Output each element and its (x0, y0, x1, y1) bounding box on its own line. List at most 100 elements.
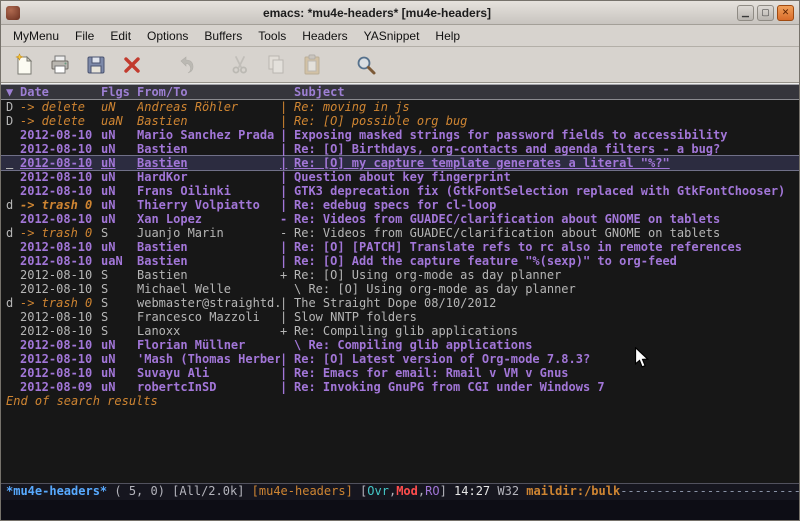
end-of-results-text: End of search results (1, 394, 799, 408)
echo-area[interactable] (1, 500, 799, 520)
headers-column-row: ▼ Date Flgs From/To Subject (1, 84, 799, 100)
message-from: Bastien (137, 156, 280, 170)
message-subject: The Straight Dope 08/10/2012 (294, 296, 799, 310)
message-thread-separator: | (280, 352, 294, 366)
message-subject: Re: Videos from GUADEC/clarification abo… (294, 226, 799, 240)
message-from: Xan Lopez (137, 212, 280, 226)
message-row[interactable]: 2012-08-10 uaN Bastien | Re: [O] Add the… (1, 254, 799, 268)
menu-item-edit[interactable]: Edit (102, 26, 139, 46)
menu-item-tools[interactable]: Tools (250, 26, 294, 46)
toolbar-separator (207, 51, 225, 79)
message-thread-separator (280, 338, 294, 352)
message-date: 2012-08-10 (20, 338, 101, 352)
message-row[interactable]: 2012-08-10 S Francesco Mazzoli | Slow NN… (1, 310, 799, 324)
message-row[interactable]: 2012-08-10 uN Bastien | Re: [O] my captu… (1, 156, 799, 170)
column-header-flags[interactable]: Flgs (101, 85, 137, 99)
message-flags: uaN (101, 254, 137, 268)
message-thread-separator: | (280, 170, 294, 184)
message-date: 2012-08-10 (20, 240, 101, 254)
new-file-icon[interactable] (9, 51, 39, 79)
menu-item-file[interactable]: File (67, 26, 102, 46)
message-row[interactable]: d -> trash 0 S Juanjo Marin - Re: Videos… (1, 226, 799, 240)
message-row[interactable]: 2012-08-10 uN HardKor | Question about k… (1, 170, 799, 184)
message-subject: Re: moving in js (294, 100, 799, 114)
message-thread-separator: - (280, 226, 294, 240)
message-row[interactable]: D -> delete uaN Bastien | Re: [O] possib… (1, 114, 799, 128)
menu-item-yasnippet[interactable]: YASnippet (356, 26, 428, 46)
message-row[interactable]: 2012-08-10 uN 'Mash (Thomas Herbert) | R… (1, 352, 799, 366)
print-icon[interactable] (45, 51, 75, 79)
message-row[interactable]: 2012-08-10 S Bastien + Re: [O] Using org… (1, 268, 799, 282)
menu-item-mymenu[interactable]: MyMenu (5, 26, 67, 46)
message-row[interactable]: 2012-08-10 uN Bastien | Re: [O] [PATCH] … (1, 240, 799, 254)
menu-item-options[interactable]: Options (139, 26, 196, 46)
maximize-button[interactable]: ▢ (757, 5, 774, 21)
message-flags: uN (101, 380, 137, 394)
message-row[interactable]: 2012-08-10 uN Suvayu Ali | Re: Emacs for… (1, 366, 799, 380)
column-header-subject[interactable]: Subject (294, 85, 799, 99)
message-row[interactable]: 2012-08-10 S Michael Welle \ Re: [O] Usi… (1, 282, 799, 296)
toolbar-separator (333, 51, 351, 79)
message-thread-separator: | (280, 100, 294, 114)
save-icon[interactable] (81, 51, 111, 79)
message-row[interactable]: D -> delete uN Andreas Röhler | Re: movi… (1, 100, 799, 114)
message-row[interactable]: d -> trash 0 S webmaster@straightd... | … (1, 296, 799, 310)
mode-line[interactable]: *mu4e-headers* ( 5, 0) [All/2.0k] [mu4e-… (1, 483, 799, 500)
message-subject: Exposing masked strings for password fie… (294, 128, 799, 142)
message-flags: uN (101, 352, 137, 366)
message-row[interactable]: 2012-08-10 uN Xan Lopez - Re: Videos fro… (1, 212, 799, 226)
message-row[interactable]: 2012-08-10 uN Mario Sanchez Prada | Expo… (1, 128, 799, 142)
message-row[interactable]: 2012-08-10 uN Bastien | Re: [O] Birthday… (1, 142, 799, 156)
modeline-segment: ( 5, 0) [All/2.0k] (107, 484, 252, 498)
emacs-icon (6, 6, 20, 20)
message-row[interactable]: 2012-08-09 uN robertcInSD | Re: Invoking… (1, 380, 799, 394)
message-from: Andreas Röhler (137, 100, 280, 114)
sort-direction-icon[interactable]: ▼ (6, 85, 20, 99)
message-thread-separator: | (280, 254, 294, 268)
column-header-date[interactable]: Date (20, 85, 101, 99)
empty-buffer-space (1, 408, 799, 483)
message-subject: Re: Videos from GUADEC/clarification abo… (294, 212, 799, 226)
menu-item-headers[interactable]: Headers (294, 26, 355, 46)
message-row[interactable]: 2012-08-10 S Lanoxx + Re: Compiling glib… (1, 324, 799, 338)
minimize-button[interactable]: ▁ (737, 5, 754, 21)
message-row[interactable]: 2012-08-10 uN Frans Oilinki | GTK3 depre… (1, 184, 799, 198)
message-row[interactable]: d -> trash 0 uN Thierry Volpiatto | Re: … (1, 198, 799, 212)
message-thread-separator: - (280, 212, 294, 226)
message-date: -> delete (20, 100, 101, 114)
cut-icon[interactable] (225, 51, 255, 79)
message-thread-separator (280, 282, 294, 296)
menu-item-help[interactable]: Help (427, 26, 468, 46)
message-row[interactable]: 2012-08-10 uN Florian Müllner \ Re: Comp… (1, 338, 799, 352)
message-thread-separator: | (280, 128, 294, 142)
message-subject: Re: [O] Using org-mode as day planner (294, 268, 799, 282)
message-subject: Question about key fingerprint (294, 170, 799, 184)
message-mark: D (6, 100, 20, 114)
search-icon[interactable] (351, 51, 381, 79)
message-from: Bastien (137, 114, 280, 128)
message-date: 2012-08-10 (20, 268, 101, 282)
menu-item-buffers[interactable]: Buffers (196, 26, 250, 46)
message-flags: S (101, 310, 137, 324)
paste-icon[interactable] (297, 51, 327, 79)
message-date: 2012-08-10 (20, 310, 101, 324)
close-button[interactable]: ✕ (777, 5, 794, 21)
message-date: 2012-08-10 (20, 352, 101, 366)
modeline-segment: Ovr (367, 484, 389, 498)
message-flags: S (101, 268, 137, 282)
message-from: Francesco Mazzoli (137, 310, 280, 324)
message-from: Florian Müllner (137, 338, 280, 352)
message-thread-separator: | (280, 366, 294, 380)
menu-bar: MyMenuFileEditOptionsBuffersToolsHeaders… (1, 25, 799, 47)
message-from: HardKor (137, 170, 280, 184)
title-bar[interactable]: emacs: *mu4e-headers* [mu4e-headers] ▁ ▢… (1, 1, 799, 25)
undo-icon[interactable] (171, 51, 201, 79)
message-subject: \ Re: Compiling glib applications (294, 338, 799, 352)
message-date: -> delete (20, 114, 101, 128)
copy-icon[interactable] (261, 51, 291, 79)
close-icon[interactable] (117, 51, 147, 79)
modeline-segment: [mu4e-headers] (252, 484, 353, 498)
column-header-from[interactable]: From/To (137, 85, 280, 99)
message-thread-separator: | (280, 156, 294, 170)
message-list: D -> delete uN Andreas Röhler | Re: movi… (1, 100, 799, 394)
